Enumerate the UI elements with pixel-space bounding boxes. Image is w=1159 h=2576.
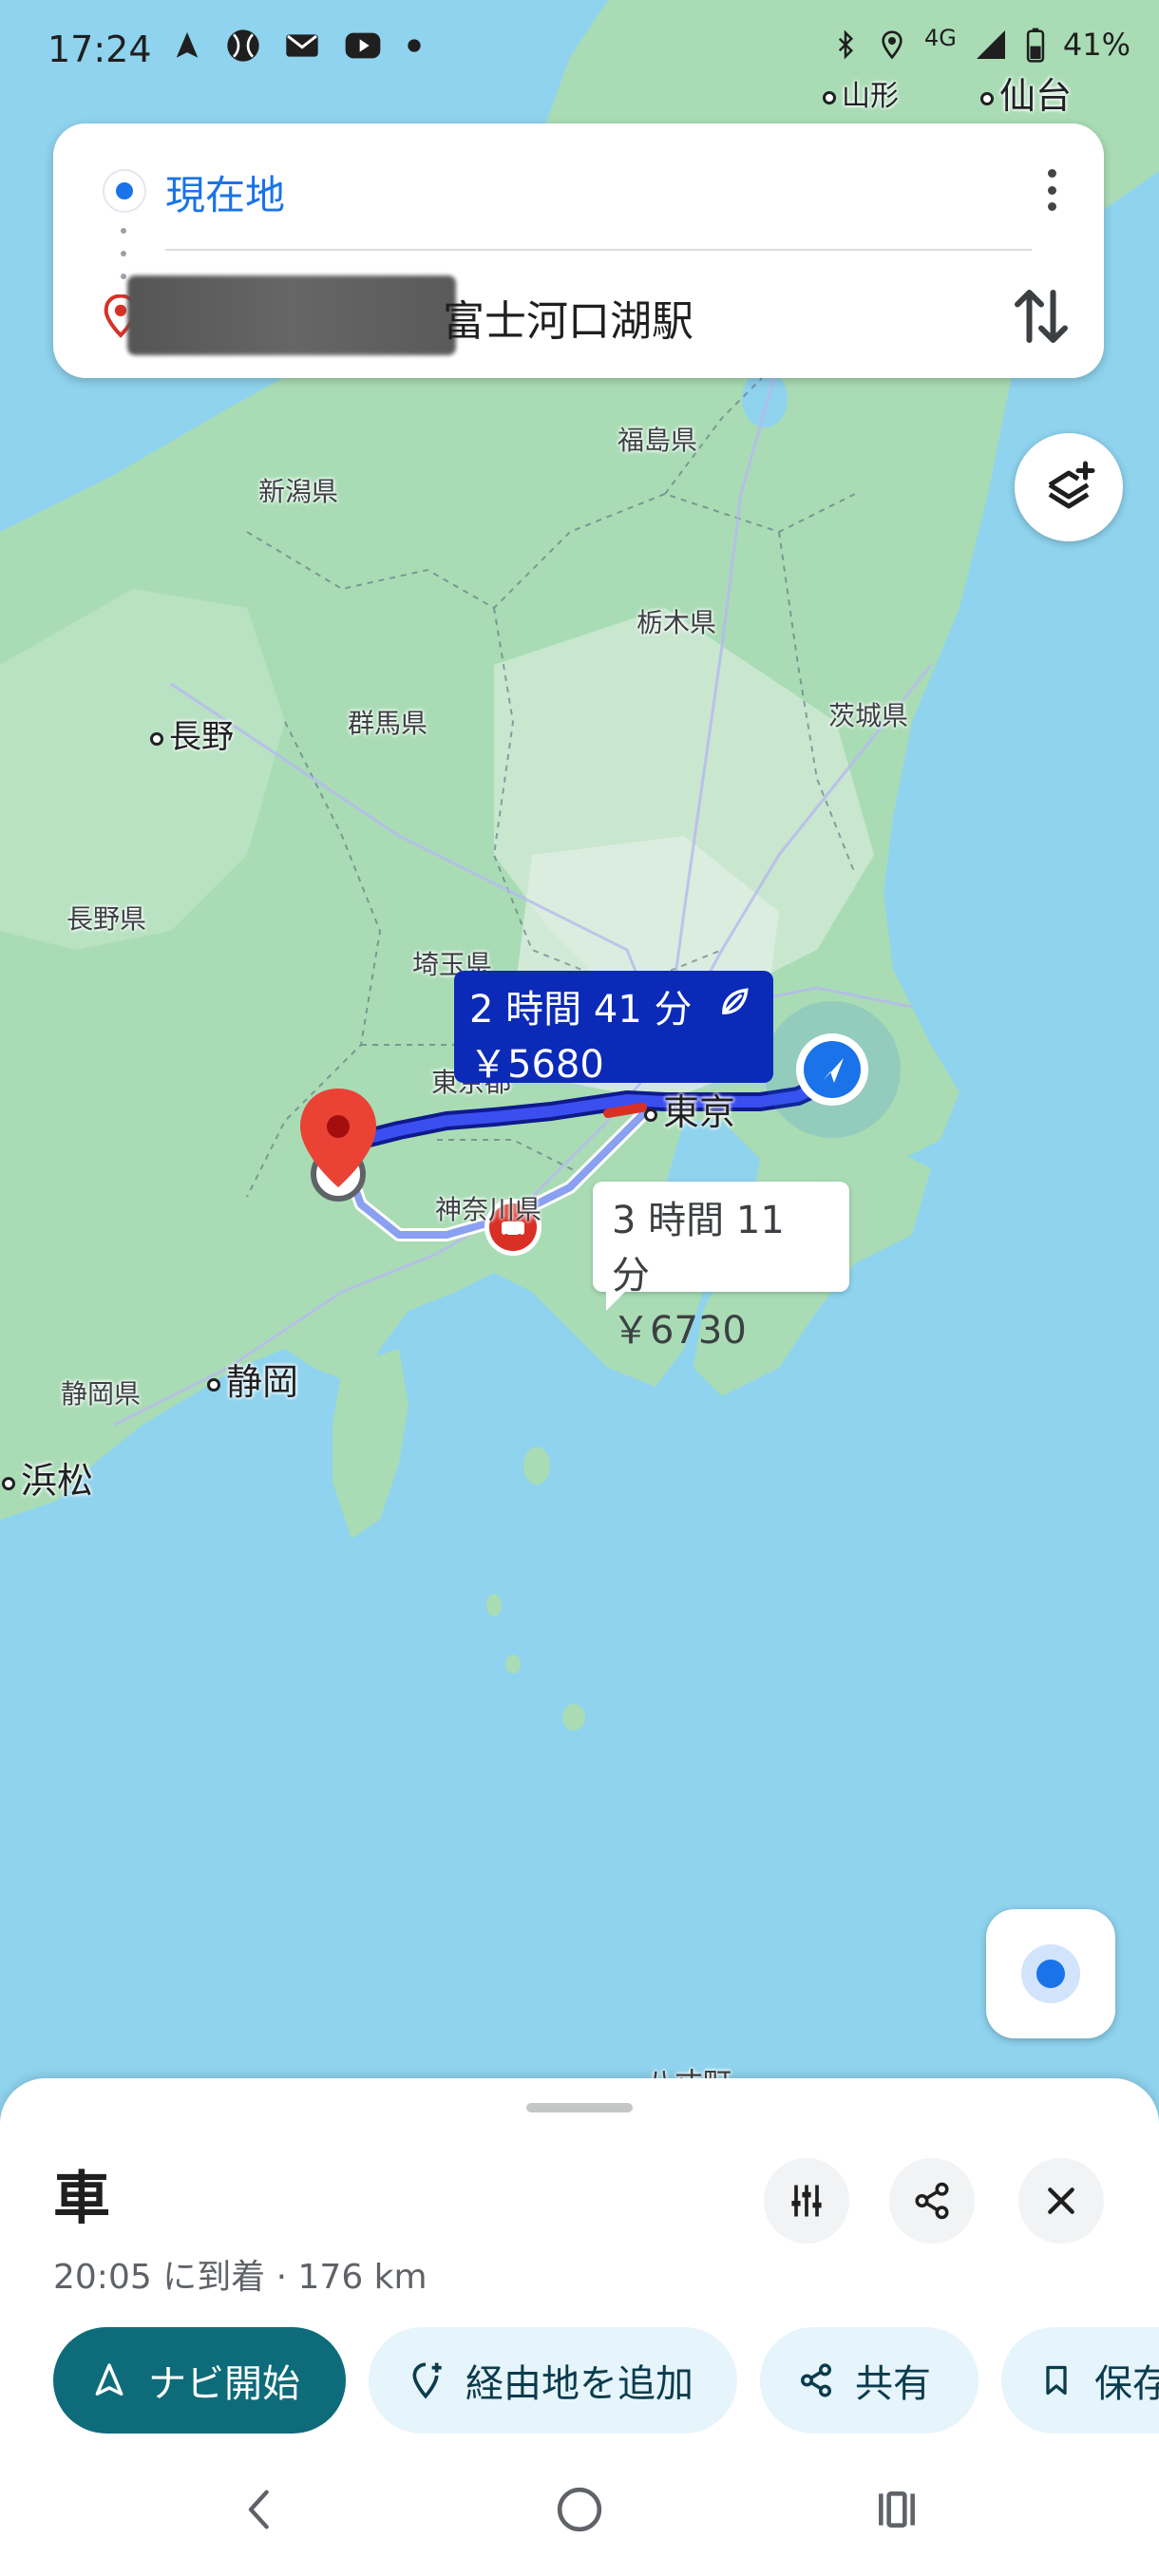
save-button[interactable]: 保存 — [1001, 2327, 1159, 2434]
signal-icon — [976, 30, 1005, 59]
drag-handle[interactable] — [526, 2103, 633, 2112]
map-label-niigata: 新潟県 — [258, 476, 339, 507]
share-button[interactable]: 共有 — [760, 2327, 978, 2434]
map-label-ibaraki: 茨城県 — [828, 700, 909, 731]
redacted-text — [127, 275, 456, 355]
start-navigation-button[interactable]: ナビ開始 — [53, 2327, 346, 2434]
youtube-icon — [345, 32, 381, 59]
sliders-icon — [791, 2185, 822, 2217]
my-location-button[interactable] — [986, 1909, 1115, 2038]
status-bar: 17:24 4G 41% — [0, 0, 1159, 99]
add-stop-button[interactable]: 経由地を追加 — [369, 2327, 737, 2434]
share-icon — [801, 2363, 831, 2397]
layers-button[interactable] — [1015, 433, 1123, 541]
status-notification-icons — [171, 27, 424, 65]
navigation-arrow-icon — [95, 2363, 124, 2396]
field-divider — [165, 249, 1032, 251]
map-label-kanagawa: 神奈川県 — [435, 1194, 542, 1225]
origin-dot-icon — [104, 171, 144, 211]
recents-icon — [879, 2491, 915, 2528]
system-navigation-bar — [0, 2443, 1159, 2576]
map-label-hamamatsu: 浜松 — [2, 1451, 93, 1504]
close-button[interactable] — [1018, 2158, 1104, 2244]
action-chip-row: ナビ開始 経由地を追加 共有 保存 — [53, 2327, 1159, 2435]
map-label-tochigi: 栃木県 — [636, 607, 717, 638]
destination-field[interactable]: 富士河口湖駅 — [443, 287, 694, 348]
route-alt-time: 3 時間 11 分 — [612, 1199, 785, 1297]
route-label-primary[interactable]: 2 時間 41 分 ￥5680 — [454, 971, 773, 1087]
route-options-button[interactable] — [764, 2158, 849, 2244]
route-primary-price: ￥5680 — [469, 1043, 604, 1087]
map-label-tokyo-city: 東京 — [644, 1083, 735, 1135]
add-location-icon — [412, 2362, 442, 2399]
map-label-gunma: 群馬県 — [348, 708, 428, 739]
share-label: 共有 — [855, 2362, 931, 2406]
route-label-alt[interactable]: 3 時間 11 分 ￥6730 — [593, 1182, 849, 1353]
start-navigation-label: ナビ開始 — [148, 2362, 300, 2406]
status-system-icons: 4G 41% — [831, 25, 1130, 63]
my-location-icon — [1021, 1944, 1080, 2003]
nav-home-button[interactable] — [542, 2481, 618, 2538]
origin-field[interactable]: 現在地 — [165, 163, 285, 221]
route-primary-time: 2 時間 41 分 — [469, 988, 693, 1032]
map-label-shizuoka-pref: 静岡県 — [61, 1378, 142, 1410]
navigation-arrow-icon — [176, 31, 199, 58]
back-icon — [248, 2490, 269, 2529]
eco-leaf-icon — [722, 988, 749, 1014]
map-label-fukushima: 福島県 — [618, 425, 698, 456]
network-type: 4G — [924, 25, 957, 51]
map-label-nagano-city: 長野 — [150, 710, 234, 757]
status-time: 17:24 — [48, 28, 152, 70]
map-label-shizuoka-city: 静岡 — [207, 1353, 298, 1405]
share-icon — [915, 2182, 949, 2220]
sports-ball-icon — [227, 29, 259, 62]
battery-percent: 41% — [1062, 27, 1130, 63]
dot-icon — [408, 39, 421, 52]
mail-icon — [286, 34, 318, 57]
arrival-summary: 20:05 に到着 · 176 km — [53, 2258, 428, 2297]
nav-back-button[interactable] — [222, 2481, 298, 2538]
more-options-icon[interactable] — [1037, 161, 1066, 218]
home-icon — [557, 2487, 602, 2532]
route-connector-dots — [121, 228, 126, 279]
share-route-button[interactable] — [889, 2158, 975, 2244]
add-stop-label: 経由地を追加 — [466, 2362, 694, 2406]
travel-mode-title: 車 — [53, 2166, 110, 2232]
layers-icon — [1048, 461, 1095, 509]
nav-recents-button[interactable] — [859, 2481, 935, 2538]
close-icon — [1048, 2188, 1074, 2214]
route-alt-price: ￥6730 — [612, 1309, 747, 1353]
map-label-nagano-pref: 長野県 — [66, 903, 147, 935]
battery-icon — [1026, 28, 1045, 63]
location-icon — [882, 30, 902, 60]
save-label: 保存 — [1094, 2362, 1159, 2406]
bluetooth-icon — [838, 29, 854, 60]
directions-card: 現在地 富士河口湖駅 — [53, 123, 1104, 378]
swap-icon[interactable] — [1013, 283, 1070, 350]
bookmark-icon — [1046, 2365, 1067, 2396]
